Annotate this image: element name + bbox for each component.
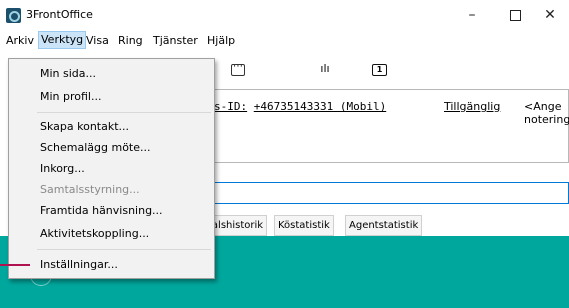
search-input[interactable] (205, 182, 569, 204)
queue-one-icon[interactable]: 1 (372, 64, 387, 76)
menu-item-min-sida[interactable]: Min sida... (40, 65, 96, 83)
verktyg-dropdown-menu: Min sida... Min profil... Skapa kontakt.… (8, 58, 215, 279)
window-title: 3FrontOffice (26, 8, 93, 21)
menu-visa[interactable]: Visa (84, 32, 111, 49)
menu-item-installningar[interactable]: Inställningar... (40, 256, 118, 274)
menu-verktyg[interactable]: Verktyg (38, 31, 87, 49)
menu-item-framtida-hanvisning[interactable]: Framtida hänvisning... (40, 202, 163, 220)
app-logo-icon (6, 8, 21, 23)
voice-icon[interactable]: ılı (318, 62, 332, 75)
status-number[interactable]: +46735143331 (Mobil) (254, 100, 386, 113)
tab-kostatistik[interactable]: Köstatistik (274, 215, 334, 236)
status-panel: s-ID: +46735143331 (Mobil) Tillgänglig <… (205, 89, 569, 163)
menu-item-min-profil[interactable]: Min profil... (40, 88, 101, 106)
menu-separator (37, 249, 211, 250)
tab-bar: talshistorik Köstatistik Agentstatistik (205, 215, 569, 237)
menu-item-schemalagg-mote[interactable]: Schemalägg möte... (40, 139, 151, 157)
maximize-icon (509, 9, 521, 21)
status-id-prefix: s-ID: (214, 100, 248, 113)
menu-tjanster[interactable]: Tjänster (151, 32, 200, 49)
menu-ring[interactable]: Ring (116, 32, 145, 49)
menu-separator (37, 112, 211, 113)
availability-link[interactable]: Tillgänglig (444, 100, 500, 113)
annotation-pointer-line (0, 264, 30, 266)
minimize-button[interactable]: – (452, 4, 492, 26)
tab-agentstatistik[interactable]: Agentstatistik (345, 215, 423, 236)
maximize-button[interactable] (495, 4, 535, 26)
menu-arkiv[interactable]: Arkiv (4, 32, 36, 49)
menu-item-samtalsstyrning: Samtalsstyrning... (40, 183, 140, 196)
note-field[interactable]: <Ange notering (524, 100, 569, 126)
menu-item-inkorg[interactable]: Inkorg... (40, 160, 85, 178)
close-button[interactable]: ✕ (530, 4, 569, 26)
status-id: s-ID: +46735143331 (Mobil) (214, 100, 386, 113)
menu-bar: Arkiv Verktyg Visa Ring Tjänster Hjälp (0, 30, 569, 50)
menu-item-aktivitetskoppling[interactable]: Aktivitetskoppling... (40, 225, 149, 243)
menu-hjalp[interactable]: Hjälp (205, 32, 237, 49)
title-bar: 3FrontOffice – ✕ (0, 0, 569, 30)
menu-item-skapa-kontakt[interactable]: Skapa kontakt... (40, 118, 129, 136)
calendar-icon[interactable] (231, 61, 245, 76)
